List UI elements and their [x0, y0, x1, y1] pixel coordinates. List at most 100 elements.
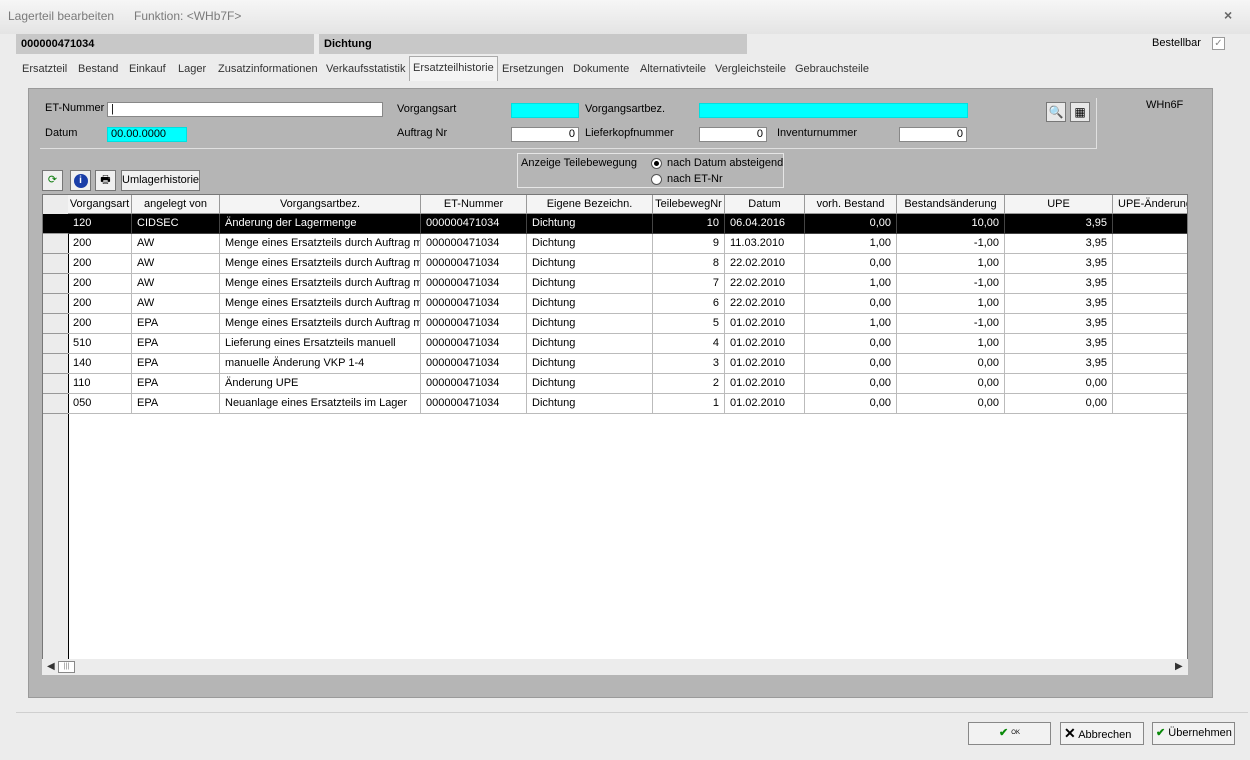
table-row[interactable]: 200 AW Menge eines Ersatzteils durch Auftr…	[68, 234, 1187, 254]
cell-datum: 01.02.2010	[725, 394, 805, 414]
cell-datum: 22.02.2010	[725, 254, 805, 274]
table-row[interactable]: 140 EPA manuelle Änderung VKP 1-4 000000471…	[68, 354, 1187, 374]
horizontal-scrollbar[interactable]: ◀ ||| ▶	[42, 659, 1188, 675]
col-upe-aenderung[interactable]: UPE-Änderung	[1113, 195, 1187, 214]
vorgangsart-input[interactable]	[511, 103, 579, 118]
cell-angelegt-von: EPA	[132, 374, 220, 394]
cell-bestandsaenderung: 1,00	[897, 254, 1005, 274]
table-row[interactable]: 200 AW Menge eines Ersatzteils durch Auftr…	[68, 254, 1187, 274]
cell-et-nummer: 000000471034	[421, 334, 527, 354]
scroll-thumb[interactable]: |||	[58, 661, 75, 673]
row-selector[interactable]	[43, 394, 68, 414]
cell-teilebewegnr: 6	[653, 294, 725, 314]
cell-datum: 11.03.2010	[725, 234, 805, 254]
tab-alternativteile[interactable]: Alternativteile	[640, 58, 706, 80]
row-selector[interactable]	[43, 334, 68, 354]
col-teilebewegnr[interactable]: TeilebewegNr	[653, 195, 725, 214]
table-row[interactable]: 120 CIDSEC Änderung der Lagermenge 00000047…	[68, 214, 1187, 234]
table-row[interactable]: 050 EPA Neuanlage eines Ersatzteils im Lag…	[68, 394, 1187, 414]
et-nummer-input[interactable]: |	[107, 102, 383, 117]
cancel-x-icon: ✕	[1064, 725, 1076, 741]
cell-vorh-bestand: 0,00	[805, 254, 897, 274]
row-selector[interactable]	[43, 374, 68, 394]
datum-input[interactable]: 00.00.0000	[107, 127, 187, 142]
scroll-right-icon[interactable]: ▶	[1175, 661, 1183, 672]
tab-zusatzinformationen[interactable]: Zusatzinformationen	[218, 58, 318, 80]
auftrag-input[interactable]: 0	[511, 127, 579, 142]
row-selector[interactable]	[43, 214, 68, 234]
inventur-input[interactable]: 0	[899, 127, 967, 142]
tab-gebrauchsteile[interactable]: Gebrauchsteile	[795, 58, 869, 80]
radio-date-desc[interactable]	[651, 158, 662, 169]
cell-vorgangsart: 200	[68, 254, 132, 274]
row-selector[interactable]	[43, 294, 68, 314]
lieferkopf-input[interactable]: 0	[699, 127, 767, 142]
col-vorgangsartbez[interactable]: Vorgangsartbez.	[220, 195, 421, 214]
tab-ersetzungen[interactable]: Ersetzungen	[502, 58, 564, 80]
title-bar: Lagerteil bearbeiten Funktion: <WHb7F> ×	[0, 0, 1250, 34]
col-et-nummer[interactable]: ET-Nummer	[421, 195, 527, 214]
table-row[interactable]: 200 EPA Menge eines Ersatzteils durch Auft…	[68, 314, 1187, 334]
vorgangsartbez-label: Vorgangsartbez.	[585, 103, 666, 115]
umlagerhistorie-button[interactable]: Umlagerhistorie	[121, 170, 200, 191]
refresh-button[interactable]: ⟳	[42, 170, 63, 191]
col-vorh-bestand[interactable]: vorh. Bestand	[805, 195, 897, 214]
part-number-field: 000000471034	[16, 34, 314, 54]
cancel-button[interactable]: ✕ Abbrechen	[1060, 722, 1144, 745]
cell-upe-aenderung: 3	[1113, 374, 1187, 394]
col-bestandsaenderung[interactable]: Bestandsänderung	[897, 195, 1005, 214]
cell-vorh-bestand: 0,00	[805, 334, 897, 354]
vorgangsartbez-input[interactable]	[699, 103, 968, 118]
table-row[interactable]: 510 EPA Lieferung eines Ersatzteils manuel…	[68, 334, 1187, 354]
cell-vorgangsart: 120	[68, 214, 132, 234]
tab-vergleichsteile[interactable]: Vergleichsteile	[715, 58, 786, 80]
ok-button[interactable]: ✔ OK	[968, 722, 1051, 745]
scroll-left-icon[interactable]: ◀	[47, 661, 55, 672]
col-upe[interactable]: UPE	[1005, 195, 1113, 214]
cell-datum: 01.02.2010	[725, 314, 805, 334]
radio-et-nr[interactable]	[651, 174, 662, 185]
tab-bestand[interactable]: Bestand	[78, 58, 118, 80]
cell-et-nummer: 000000471034	[421, 294, 527, 314]
radio-et-nr-label[interactable]: nach ET-Nr	[667, 173, 723, 185]
search-clear-button[interactable]: 🔍	[1046, 102, 1066, 122]
radio-date-desc-label[interactable]: nach Datum absteigend	[667, 157, 783, 169]
row-selector[interactable]	[43, 254, 68, 274]
tab-ersatzteil[interactable]: Ersatzteil	[22, 58, 67, 80]
table-row[interactable]: 200 AW Menge eines Ersatzteils durch Auftr…	[68, 274, 1187, 294]
cell-bestandsaenderung: -1,00	[897, 314, 1005, 334]
cell-bestandsaenderung: 1,00	[897, 334, 1005, 354]
cell-vorgangsartbez: Menge eines Ersatzteils durch Auftrag m	[220, 274, 421, 294]
tab-einkauf[interactable]: Einkauf	[129, 58, 166, 80]
table-row[interactable]: 110 EPA Änderung UPE 000000471034 Dichtung 2 0…	[68, 374, 1187, 394]
calendar-button[interactable]: ▦	[1070, 102, 1090, 122]
apply-button[interactable]: ✔ Übernehmen	[1152, 722, 1235, 745]
close-icon[interactable]: ×	[1224, 7, 1232, 23]
cell-eigene-bezeichn: Dichtung	[527, 374, 653, 394]
cell-teilebewegnr: 5	[653, 314, 725, 334]
cell-vorh-bestand: 0,00	[805, 394, 897, 414]
col-angelegt-von[interactable]: angelegt von	[132, 195, 220, 214]
cell-vorgangsartbez: manuelle Änderung VKP 1-4	[220, 354, 421, 374]
tab-lager[interactable]: Lager	[178, 58, 206, 80]
cell-vorgangsart: 110	[68, 374, 132, 394]
info-button[interactable]: i	[70, 170, 91, 191]
row-selector[interactable]	[43, 354, 68, 374]
cell-vorgangsart: 200	[68, 314, 132, 334]
table-row[interactable]: 200 AW Menge eines Ersatzteils durch Auftr…	[68, 294, 1187, 314]
printer-icon: 🖶	[100, 174, 111, 186]
tab-dokumente[interactable]: Dokumente	[573, 58, 629, 80]
col-datum[interactable]: Datum	[725, 195, 805, 214]
row-selector[interactable]	[43, 234, 68, 254]
col-eigene-bezeichn[interactable]: Eigene Bezeichn.	[527, 195, 653, 214]
row-selector[interactable]	[43, 314, 68, 334]
tab-verkaufsstatistik[interactable]: Verkaufsstatistik	[326, 58, 405, 80]
cell-teilebewegnr: 10	[653, 214, 725, 234]
bestellbar-label: Bestellbar	[1152, 37, 1201, 49]
print-button[interactable]: 🖶	[95, 170, 116, 191]
tab-ersatzteilhistorie[interactable]: Ersatzteilhistorie	[409, 56, 498, 81]
bestellbar-checkbox[interactable]: ✓	[1212, 37, 1225, 50]
row-selector[interactable]	[43, 274, 68, 294]
col-vorgangsart[interactable]: Vorgangsart	[68, 195, 132, 214]
ok-check-icon: ✔	[999, 727, 1009, 739]
